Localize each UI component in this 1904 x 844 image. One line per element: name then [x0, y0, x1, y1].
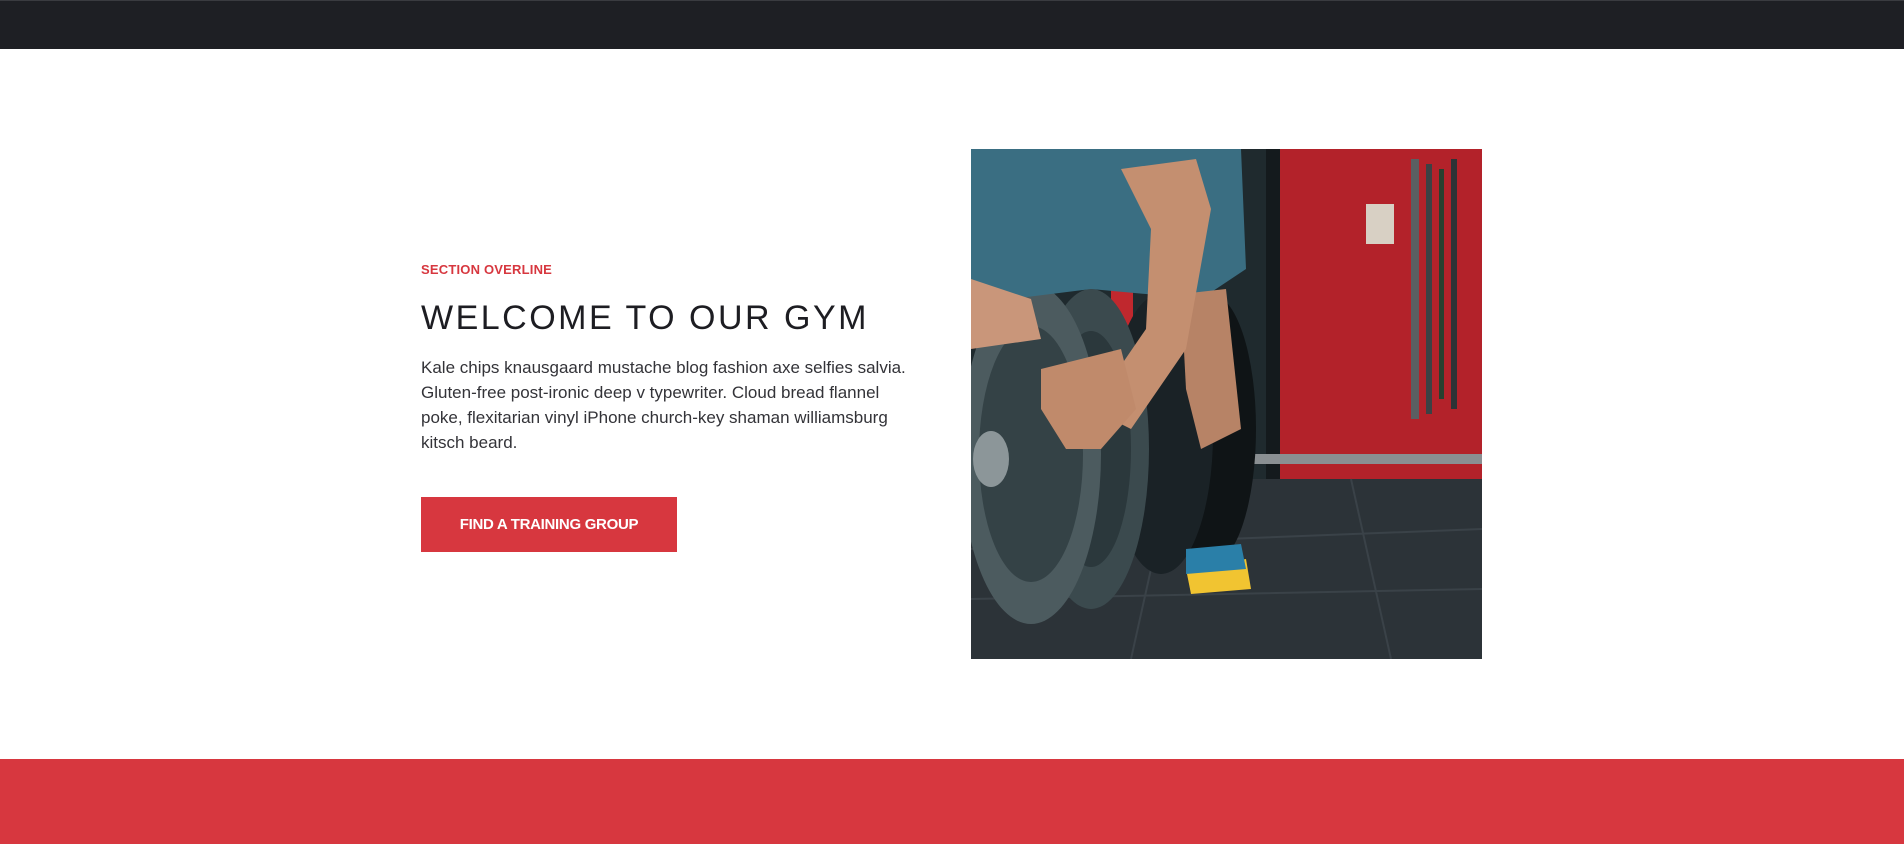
- welcome-section: SECTION OVERLINE WELCOME TO OUR GYM Kale…: [0, 49, 1904, 759]
- gym-barbell-photo: [971, 149, 1482, 659]
- welcome-text-column: SECTION OVERLINE WELCOME TO OUR GYM Kale…: [421, 262, 921, 553]
- top-navigation-bar: [0, 0, 1904, 49]
- section-body-text: Kale chips knausgaard mustache blog fash…: [421, 358, 906, 453]
- section-overline: SECTION OVERLINE: [421, 262, 553, 277]
- find-training-group-button[interactable]: FIND A TRAINING GROUP: [421, 497, 677, 553]
- footer-accent-band: [0, 759, 1904, 844]
- section-title: WELCOME TO OUR GYM: [421, 299, 870, 337]
